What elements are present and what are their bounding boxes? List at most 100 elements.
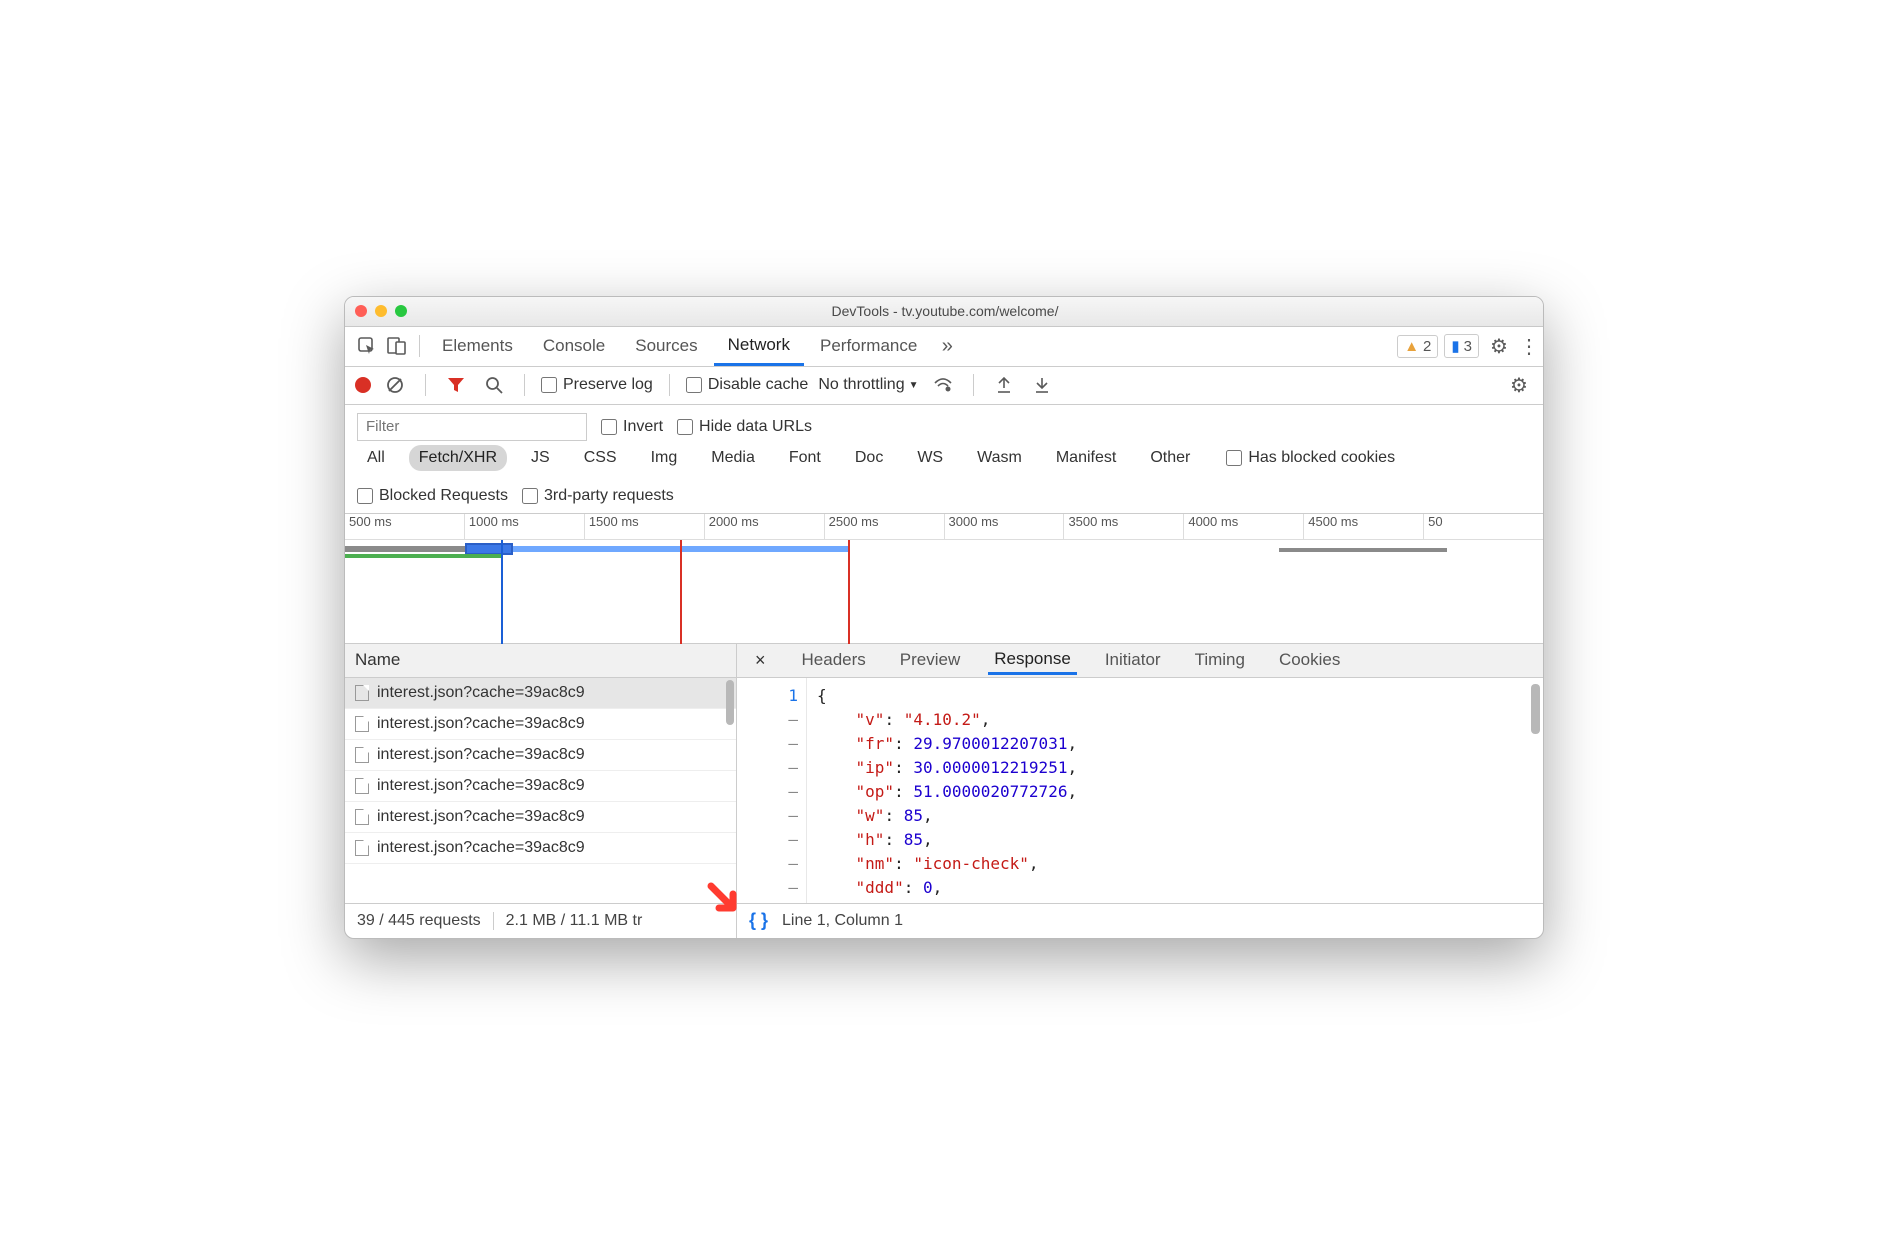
file-icon: [355, 809, 369, 825]
tab-elements[interactable]: Elements: [428, 326, 527, 366]
tab-cookies[interactable]: Cookies: [1273, 647, 1346, 673]
request-count: 39 / 445 requests: [345, 912, 494, 930]
clear-icon[interactable]: [381, 376, 409, 394]
code-content: { "v": "4.10.2", "fr": 29.9700012207031,…: [807, 678, 1077, 903]
tab-timing[interactable]: Timing: [1189, 647, 1251, 673]
file-icon: [355, 840, 369, 856]
filter-icon[interactable]: [442, 376, 470, 394]
file-icon: [355, 716, 369, 732]
traffic-lights: [355, 305, 407, 317]
line-gutter: 1––––––––: [737, 678, 807, 903]
filter-input[interactable]: [357, 413, 587, 441]
filter-bar: Invert Hide data URLs: [345, 405, 1543, 445]
cursor-position: Line 1, Column 1: [782, 912, 903, 930]
filter-media[interactable]: Media: [701, 445, 765, 471]
filter-all[interactable]: All: [357, 445, 395, 471]
load-marker: [848, 540, 850, 644]
tab-response[interactable]: Response: [988, 646, 1077, 675]
timeline-ruler: 500 ms1000 ms1500 ms2000 ms2500 ms3000 m…: [345, 514, 1543, 540]
response-body[interactable]: 1–––––––– { "v": "4.10.2", "fr": 29.9700…: [737, 678, 1543, 903]
extra-filter-row: Blocked Requests 3rd-party requests: [345, 479, 1543, 514]
chevron-down-icon: ▼: [909, 380, 919, 391]
devtools-window: DevTools - tv.youtube.com/welcome/ Eleme…: [344, 296, 1544, 939]
more-tabs-icon[interactable]: »: [933, 335, 961, 358]
tab-performance[interactable]: Performance: [806, 326, 931, 366]
tab-sources[interactable]: Sources: [621, 326, 711, 366]
close-window-button[interactable]: [355, 305, 367, 317]
split-view: Name interest.json?cache=39ac8c9 interes…: [345, 644, 1543, 904]
tab-network[interactable]: Network: [714, 326, 804, 366]
status-right: { } Line 1, Column 1: [737, 904, 1543, 938]
download-icon[interactable]: [1028, 376, 1056, 394]
invert-checkbox[interactable]: Invert: [601, 418, 663, 436]
file-icon: [355, 778, 369, 794]
minimize-window-button[interactable]: [375, 305, 387, 317]
filter-font[interactable]: Font: [779, 445, 831, 471]
has-blocked-cookies-checkbox[interactable]: Has blocked cookies: [1226, 449, 1395, 467]
close-detail-button[interactable]: ×: [747, 650, 774, 671]
warnings-badge[interactable]: ▲ 2: [1397, 335, 1438, 358]
status-left: 39 / 445 requests 2.1 MB / 11.1 MB tr: [345, 904, 737, 938]
tab-preview[interactable]: Preview: [894, 647, 966, 673]
inspect-element-icon[interactable]: [353, 337, 381, 355]
pretty-print-button[interactable]: { }: [749, 910, 768, 931]
file-icon: [355, 747, 369, 763]
overview-bar: [1279, 548, 1447, 552]
filter-img[interactable]: Img: [641, 445, 688, 471]
filter-doc[interactable]: Doc: [845, 445, 893, 471]
filter-manifest[interactable]: Manifest: [1046, 445, 1126, 471]
request-row[interactable]: interest.json?cache=39ac8c9: [345, 709, 736, 740]
device-toggle-icon[interactable]: [383, 337, 411, 355]
network-toolbar: Preserve log Disable cache No throttling…: [345, 367, 1543, 405]
main-tabs: Elements Console Sources Network Perform…: [345, 327, 1543, 367]
info-badge[interactable]: ▮ 3: [1444, 334, 1479, 358]
scrollbar-thumb[interactable]: [726, 680, 734, 725]
search-icon[interactable]: [480, 376, 508, 394]
overview-bar: [345, 546, 465, 552]
filter-wasm[interactable]: Wasm: [967, 445, 1032, 471]
info-icon: ▮: [1451, 337, 1459, 355]
disable-cache-checkbox[interactable]: Disable cache: [686, 376, 809, 394]
filter-ws[interactable]: WS: [907, 445, 953, 471]
tab-headers[interactable]: Headers: [796, 647, 872, 673]
record-button[interactable]: [355, 377, 371, 393]
filter-js[interactable]: JS: [521, 445, 560, 471]
warning-icon: ▲: [1404, 338, 1419, 355]
request-row[interactable]: interest.json?cache=39ac8c9: [345, 802, 736, 833]
overflow-menu-icon[interactable]: ⋮: [1515, 334, 1543, 359]
name-column-header[interactable]: Name: [345, 644, 736, 678]
filter-fetch-xhr[interactable]: Fetch/XHR: [409, 445, 507, 471]
throttling-select[interactable]: No throttling▼: [818, 376, 918, 394]
window-title: DevTools - tv.youtube.com/welcome/: [407, 303, 1483, 319]
filter-other[interactable]: Other: [1140, 445, 1200, 471]
upload-icon[interactable]: [990, 376, 1018, 394]
network-settings-icon[interactable]: ⚙: [1505, 373, 1533, 398]
request-row[interactable]: interest.json?cache=39ac8c9: [345, 833, 736, 864]
settings-icon[interactable]: ⚙: [1485, 334, 1513, 359]
type-filter-row: All Fetch/XHR JS CSS Img Media Font Doc …: [345, 445, 1543, 479]
tab-console[interactable]: Console: [529, 326, 619, 366]
hide-data-urls-checkbox[interactable]: Hide data URLs: [677, 418, 812, 436]
request-row[interactable]: interest.json?cache=39ac8c9: [345, 771, 736, 802]
titlebar: DevTools - tv.youtube.com/welcome/: [345, 297, 1543, 327]
blocked-requests-checkbox[interactable]: Blocked Requests: [357, 487, 508, 505]
load-marker: [680, 540, 682, 644]
zoom-window-button[interactable]: [395, 305, 407, 317]
timeline-body: [345, 540, 1543, 644]
filter-css[interactable]: CSS: [574, 445, 627, 471]
overview-bar: [345, 554, 501, 558]
file-icon: [355, 685, 369, 701]
timeline-overview[interactable]: 500 ms1000 ms1500 ms2000 ms2500 ms3000 m…: [345, 514, 1543, 644]
preserve-log-checkbox[interactable]: Preserve log: [541, 376, 653, 394]
third-party-checkbox[interactable]: 3rd-party requests: [522, 487, 674, 505]
request-row[interactable]: interest.json?cache=39ac8c9: [345, 740, 736, 771]
detail-tabs: × Headers Preview Response Initiator Tim…: [737, 644, 1543, 678]
request-list-panel: Name interest.json?cache=39ac8c9 interes…: [345, 644, 737, 903]
request-row[interactable]: interest.json?cache=39ac8c9: [345, 678, 736, 709]
request-list[interactable]: interest.json?cache=39ac8c9 interest.jso…: [345, 678, 736, 903]
tab-initiator[interactable]: Initiator: [1099, 647, 1167, 673]
scrollbar-thumb[interactable]: [1531, 684, 1540, 734]
network-conditions-icon[interactable]: [929, 377, 957, 393]
request-detail-panel: × Headers Preview Response Initiator Tim…: [737, 644, 1543, 903]
domcontentloaded-marker: [501, 540, 503, 644]
